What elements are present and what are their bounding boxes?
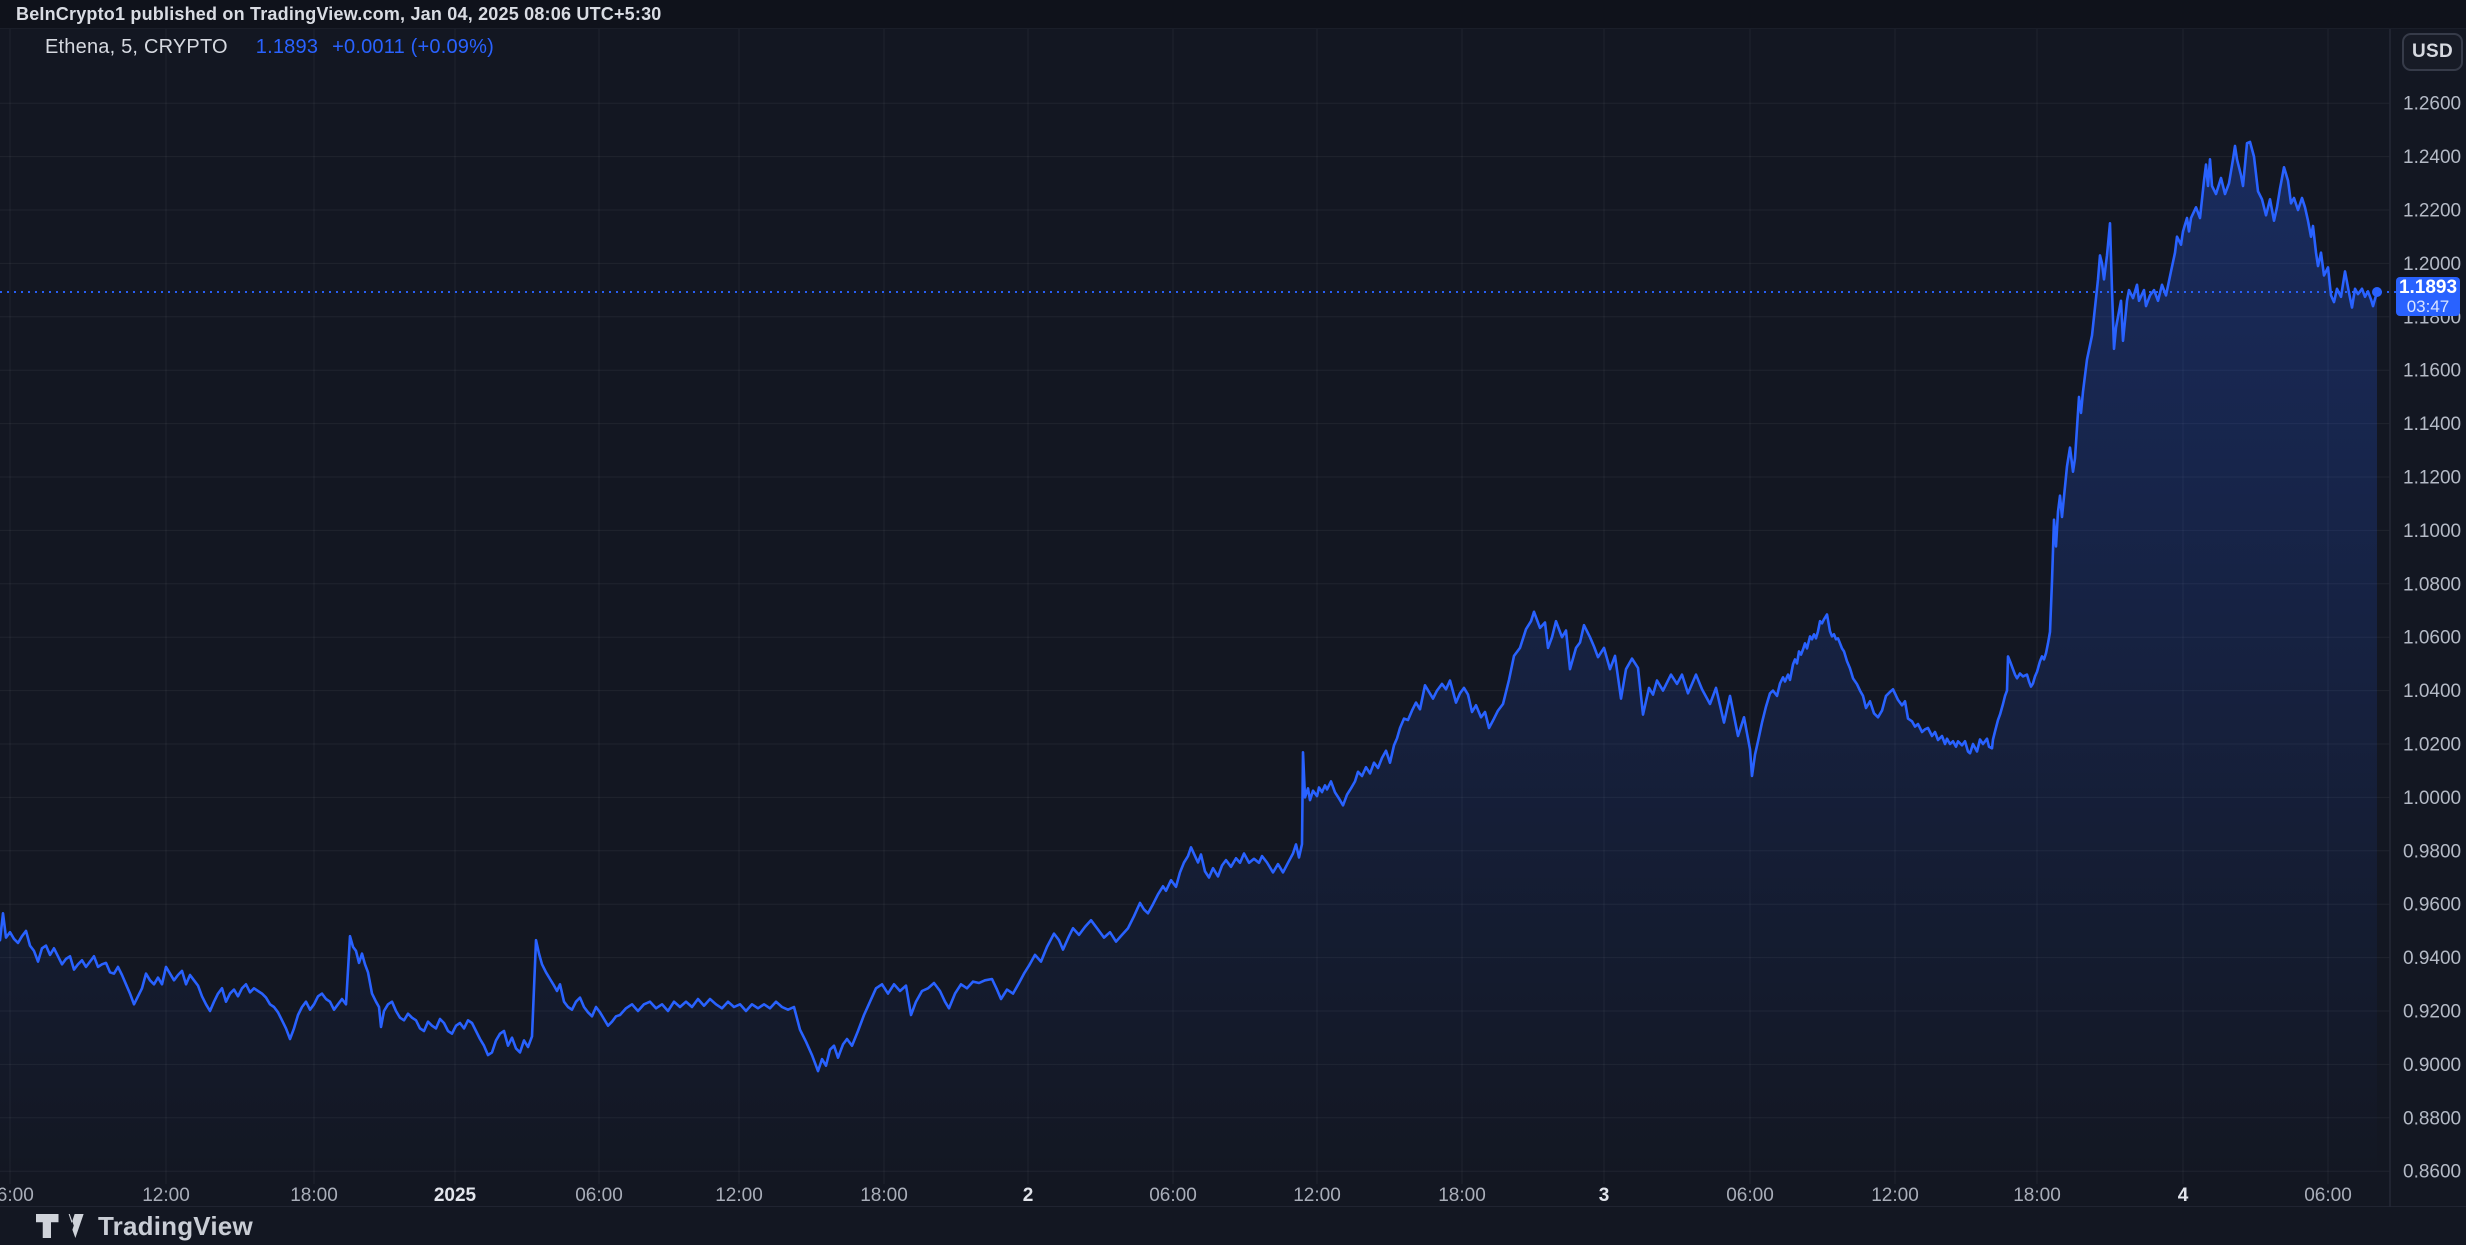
chart-legend: Ethena, 5, CRYPTO 1.1893 +0.0011 (+0.09%…: [45, 36, 494, 59]
currency-unit-button[interactable]: USD: [2402, 33, 2463, 71]
bar-countdown: 03:47: [2407, 298, 2450, 316]
tradingview-logo-icon[interactable]: [36, 1211, 84, 1241]
last-price-value: 1.1893: [2399, 278, 2457, 298]
currency-unit-label: USD: [2412, 41, 2453, 63]
last-point-dot: [2372, 287, 2382, 297]
footer-bar: TradingView: [0, 1207, 2466, 1245]
price-axis[interactable]: [2390, 28, 2466, 1184]
price-chart[interactable]: 0.86000.88000.90000.92000.94000.96000.98…: [0, 0, 2466, 1245]
symbol-title: Ethena, 5, CRYPTO: [45, 36, 228, 59]
legend-last-price: 1.1893: [256, 36, 318, 59]
tradingview-published-chart-page: { "page": {"width": 2466, "height": 1245…: [0, 0, 2466, 1245]
attribution-bar: BeInCrypto1 published on TradingView.com…: [0, 0, 2466, 29]
last-price-badge: 1.1893 03:47: [2396, 277, 2460, 316]
tradingview-brand-text[interactable]: TradingView: [98, 1211, 253, 1242]
attribution-text: BeInCrypto1 published on TradingView.com…: [16, 4, 662, 25]
legend-change: +0.0011 (+0.09%): [332, 36, 494, 59]
time-axis[interactable]: [0, 1184, 2390, 1207]
